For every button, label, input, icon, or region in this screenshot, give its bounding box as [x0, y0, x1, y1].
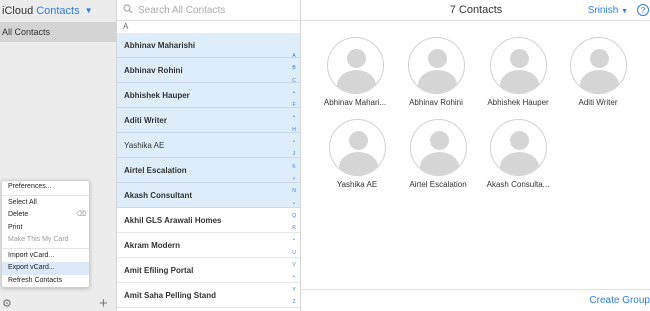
menu-item-print[interactable]: Print	[2, 222, 89, 235]
contact-card-name: Aditi Writer	[578, 98, 618, 107]
main-header: 7 Contacts Srinish ▼ ?	[302, 0, 650, 21]
alpha-index-letter[interactable]: A	[292, 50, 296, 62]
contact-card[interactable]: Aditi Writer	[562, 37, 634, 107]
contact-row[interactable]: Abhishek Hauper	[117, 83, 300, 108]
sidebar-footer: ⚙ +	[0, 295, 116, 311]
contact-row[interactable]: Aditi Writer	[117, 108, 300, 133]
menu-item-delete[interactable]: Delete ⌫	[2, 209, 89, 222]
alpha-index-letter[interactable]: •	[292, 111, 296, 123]
search-bar[interactable]: Search All Contacts	[117, 0, 300, 21]
alpha-index-letter[interactable]: F	[292, 99, 296, 111]
chevron-down-icon: ▼	[621, 8, 628, 15]
alpha-index-letter[interactable]: K	[292, 161, 296, 173]
contact-row[interactable]: Yashika AE	[117, 133, 300, 158]
contact-card-name: Abhinav Mahari...	[323, 98, 387, 107]
avatar	[409, 119, 467, 176]
contact-row[interactable]: Abhinav Rohini	[117, 58, 300, 83]
chevron-down-icon[interactable]: ▼	[85, 6, 93, 15]
contact-rows: Abhinav Maharishi Abhinav Rohini Abhishe…	[117, 33, 300, 308]
contact-card[interactable]: Abhishek Hauper	[482, 37, 554, 107]
contact-row[interactable]: Akram Modern	[117, 233, 300, 258]
action-menu: Preferences... Select All Delete ⌫ Print …	[1, 180, 90, 288]
avatar	[489, 119, 547, 176]
alpha-index-letter[interactable]: H	[292, 124, 296, 136]
alpha-index-letter[interactable]: Z	[292, 296, 296, 308]
contact-row[interactable]: Akash Consultant	[117, 183, 300, 208]
contact-card[interactable]: Abhinav Mahari...	[319, 37, 391, 107]
alpha-index-letter[interactable]: •	[292, 173, 296, 185]
avatar	[489, 37, 547, 94]
avatar	[407, 37, 465, 94]
group-all-contacts[interactable]: All Contacts	[0, 22, 116, 42]
alphabet-index[interactable]: A B C • F • H • J K • N • Q R • U V • Y …	[292, 50, 296, 311]
contact-card[interactable]: Airtel Escalation	[402, 119, 474, 189]
app-header: iCloud Contacts ▼	[0, 0, 116, 21]
section-header-a: A	[117, 21, 300, 33]
alpha-index-letter[interactable]: •	[292, 234, 296, 246]
avatar	[326, 37, 384, 94]
alpha-index-letter[interactable]: •	[292, 198, 296, 210]
contact-card-name: Abhinav Rohini	[409, 98, 463, 107]
alpha-index-letter[interactable]: V	[292, 259, 296, 271]
contact-row[interactable]: Amit Saha Pelling Stand	[117, 283, 300, 308]
contact-row[interactable]: Airtel Escalation	[117, 158, 300, 183]
contact-card-name: Akash Consulta...	[486, 180, 550, 189]
gear-icon[interactable]: ⚙	[2, 297, 12, 310]
contact-card[interactable]: Yashika AE	[321, 119, 393, 189]
delete-key-icon: ⌫	[76, 211, 86, 218]
search-icon	[123, 3, 133, 17]
alpha-index-letter[interactable]: U	[292, 247, 296, 259]
avatar	[569, 37, 627, 94]
create-group-button[interactable]: Create Group	[589, 295, 650, 306]
menu-item-delete-label: Delete	[8, 211, 29, 218]
alpha-index-letter[interactable]: •	[292, 136, 296, 148]
contact-card[interactable]: Abhinav Rohini	[400, 37, 472, 107]
menu-item-preferences[interactable]: Preferences...	[2, 181, 89, 194]
alpha-index-letter[interactable]: Q	[292, 210, 296, 222]
alpha-index-letter[interactable]: C	[292, 75, 296, 87]
menu-item-import-vcard[interactable]: Import vCard...	[2, 250, 89, 263]
alpha-index-letter[interactable]: •	[292, 271, 296, 283]
alpha-index-letter[interactable]: N	[292, 185, 296, 197]
avatar	[328, 119, 386, 176]
contacts-app-switcher[interactable]: Contacts	[36, 5, 79, 17]
icloud-brand: iCloud	[2, 4, 34, 17]
help-icon[interactable]: ?	[637, 4, 649, 16]
main-panel: 7 Contacts Srinish ▼ ? Abhinav Mahari...…	[302, 0, 650, 311]
contact-list-column: Search All Contacts A Abhinav Maharishi …	[117, 0, 301, 311]
menu-item-refresh-contacts[interactable]: Refresh Contacts	[2, 275, 89, 288]
menu-divider	[2, 194, 89, 196]
menu-item-export-vcard[interactable]: Export vCard...	[2, 262, 89, 275]
contact-row[interactable]: Amit Efiling Portal	[117, 258, 300, 283]
add-contact-icon[interactable]: +	[99, 295, 108, 311]
contact-card[interactable]: Akash Consulta...	[482, 119, 554, 189]
alpha-index-letter[interactable]: Y	[292, 284, 296, 296]
search-input[interactable]: Search All Contacts	[138, 5, 225, 16]
menu-divider	[2, 247, 89, 249]
user-menu[interactable]: Srinish ▼	[588, 0, 628, 22]
contact-card-name: Airtel Escalation	[409, 180, 467, 189]
contact-row[interactable]: Akhil GLS Arawali Homes	[117, 208, 300, 233]
alpha-index-letter[interactable]: R	[292, 222, 296, 234]
contact-card-name: Abhishek Hauper	[487, 98, 549, 107]
alpha-index-letter[interactable]: J	[292, 148, 296, 160]
alpha-index-letter[interactable]: •	[292, 87, 296, 99]
contact-row[interactable]: Abhinav Maharishi	[117, 33, 300, 58]
alpha-index-letter[interactable]: B	[292, 62, 296, 74]
menu-item-make-my-card: Make This My Card	[8, 236, 69, 243]
main-footer: Create Group	[302, 289, 650, 311]
menu-item-select-all[interactable]: Select All	[2, 197, 89, 210]
user-name: Srinish	[587, 5, 619, 16]
contact-card-name: Yashika AE	[336, 180, 378, 189]
